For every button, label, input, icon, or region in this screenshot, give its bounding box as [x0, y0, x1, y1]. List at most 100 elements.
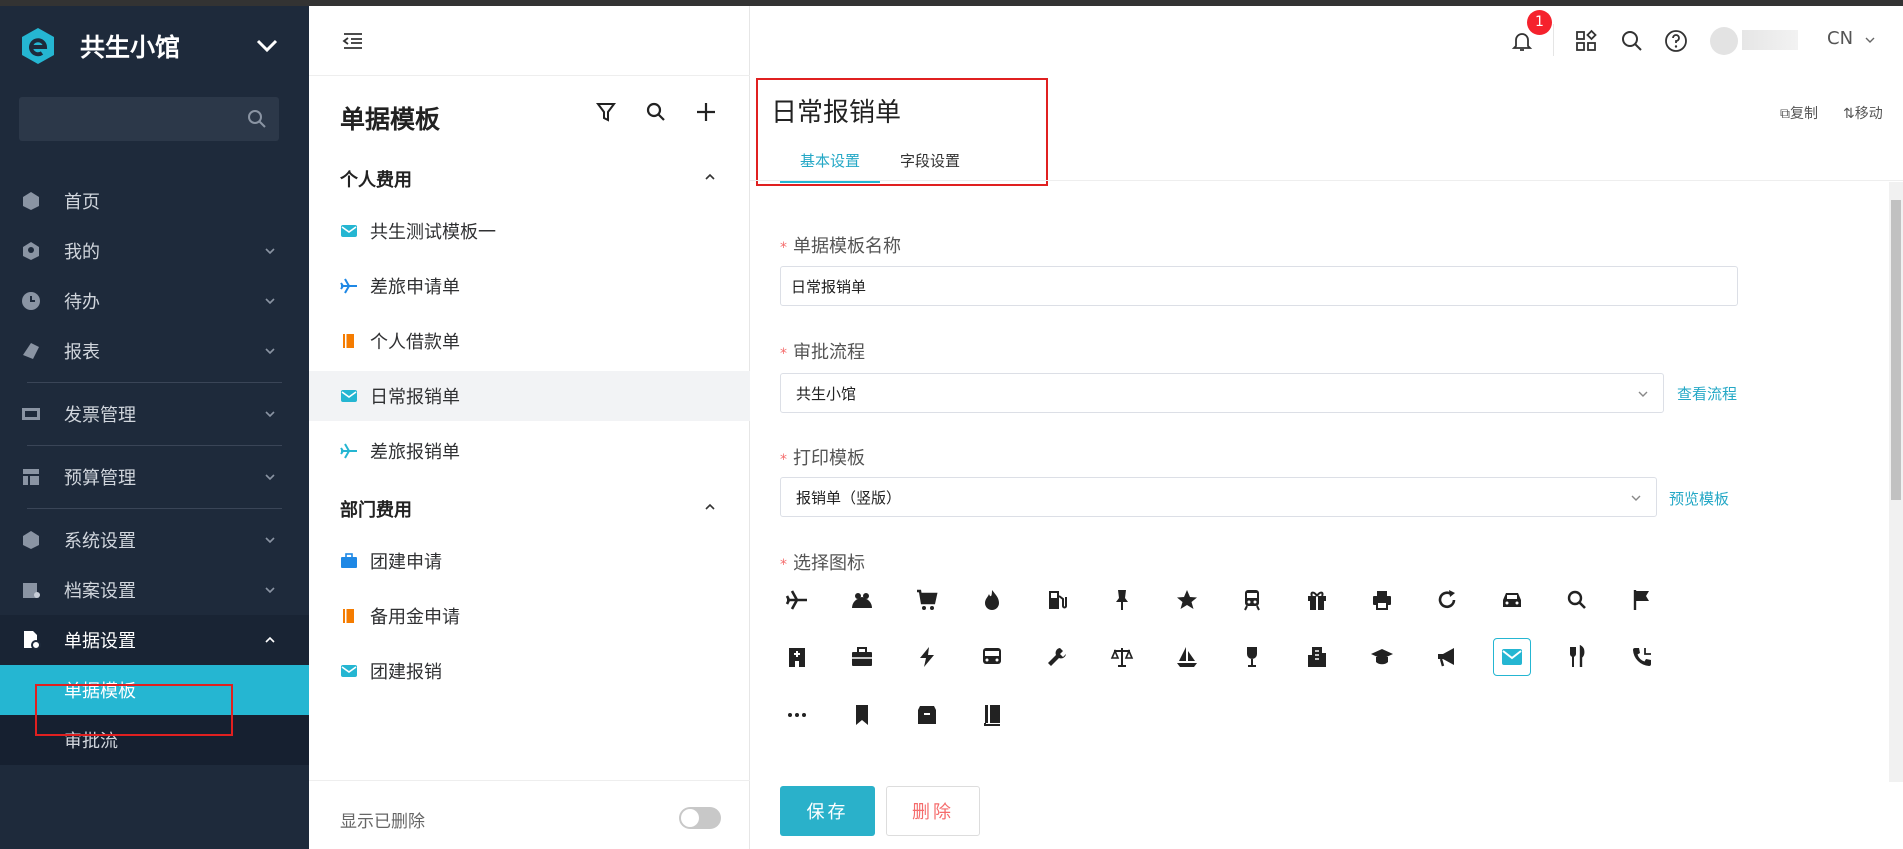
icon-option-mail-selected[interactable]: [1493, 638, 1531, 676]
icon-option-group[interactable]: [843, 581, 881, 619]
icon-option-flag[interactable]: [1623, 581, 1661, 619]
icon-option-scale[interactable]: [1103, 638, 1141, 676]
icon-option-bus[interactable]: [973, 638, 1011, 676]
sidebar-item-budget[interactable]: 预算管理: [0, 452, 309, 502]
sidebar-item-home[interactable]: 首页: [0, 176, 309, 226]
collapse-menu-icon[interactable]: [342, 30, 364, 52]
icon-option-star[interactable]: [1168, 581, 1206, 619]
sidebar-item-label: 预算管理: [64, 468, 136, 489]
icon-option-sailboat[interactable]: [1168, 638, 1206, 676]
list-item[interactable]: 差旅申请单: [309, 261, 750, 311]
icon-option-car[interactable]: [1493, 581, 1531, 619]
icon-option-book[interactable]: [973, 696, 1011, 734]
view-flow-link[interactable]: 查看流程: [1677, 383, 1737, 404]
icon-option-train[interactable]: [1233, 581, 1271, 619]
list-item[interactable]: 备用金申请: [309, 591, 750, 641]
sidebar-item-document-settings[interactable]: 单据设置: [0, 615, 309, 665]
template-name-value: 日常报销单: [791, 277, 867, 296]
avatar[interactable]: [1710, 27, 1738, 55]
sidebar-item-report[interactable]: 报表: [0, 326, 309, 376]
sidebar-item-mine[interactable]: 我的: [0, 226, 309, 276]
sidebar-search-input[interactable]: [19, 97, 279, 141]
required-mark: *: [780, 557, 787, 573]
sidebar-subitem-label: 单据模板: [64, 681, 136, 702]
tab-basic-settings[interactable]: 基本设置: [780, 142, 881, 183]
sidebar-subitem-approval-flow[interactable]: 审批流: [0, 715, 309, 765]
icon-option-printer[interactable]: [1363, 581, 1401, 619]
preview-template-link[interactable]: 预览模板: [1669, 488, 1729, 509]
print-template-select[interactable]: 报销单（竖版）: [780, 477, 1657, 517]
brand[interactable]: 共生小馆: [18, 26, 278, 66]
required-mark: *: [780, 452, 787, 468]
language-selector[interactable]: CN: [1827, 28, 1853, 49]
sidebar-divider: [27, 382, 282, 383]
icon-option-search[interactable]: [1558, 581, 1596, 619]
icon-option-megaphone[interactable]: [1428, 638, 1466, 676]
list-item-label: 共生测试模板一: [370, 222, 496, 243]
building-icon: [1308, 647, 1326, 667]
sidebar-item-todo[interactable]: 待办: [0, 276, 309, 326]
help-icon[interactable]: [1664, 29, 1688, 53]
bell-icon[interactable]: [1510, 29, 1534, 53]
icon-option-cutlery[interactable]: [1558, 638, 1596, 676]
icon-option-refresh[interactable]: [1428, 581, 1466, 619]
wrench-icon: [1048, 648, 1066, 666]
report-icon: [23, 343, 39, 359]
show-deleted-toggle[interactable]: [679, 807, 721, 829]
chevron-up-icon[interactable]: [703, 170, 717, 184]
icon-option-briefcase[interactable]: [843, 638, 881, 676]
list-item[interactable]: 个人借款单: [309, 316, 750, 366]
chevron-down-icon[interactable]: [254, 36, 280, 56]
group-icon: [852, 593, 872, 608]
list-item[interactable]: 差旅报销单: [309, 426, 750, 476]
search-icon[interactable]: [1620, 29, 1644, 53]
sidebar-subitem-document-template[interactable]: 单据模板: [0, 665, 309, 715]
icon-option-gift[interactable]: [1298, 581, 1336, 619]
tab-field-settings[interactable]: 字段设置: [880, 142, 980, 183]
sidebar-item-archive-settings[interactable]: 档案设置: [0, 565, 309, 615]
icon-option-lightning[interactable]: [908, 638, 946, 676]
icon-option-graduation[interactable]: [1363, 638, 1401, 676]
chevron-down-icon[interactable]: [1864, 34, 1876, 46]
filter-icon[interactable]: [594, 100, 618, 124]
wine-glass-icon: [1247, 647, 1257, 667]
icon-option-bookmark[interactable]: [843, 696, 881, 734]
icon-option-more[interactable]: [778, 696, 816, 734]
list-item[interactable]: 团建报销: [309, 646, 750, 696]
icon-option-plane[interactable]: [778, 581, 816, 619]
list-item[interactable]: 团建申请: [309, 536, 750, 586]
icon-option-fuel[interactable]: [1038, 581, 1076, 619]
icon-option-pin[interactable]: [1103, 581, 1141, 619]
chevron-up-icon[interactable]: [703, 500, 717, 514]
search-icon[interactable]: [644, 100, 668, 124]
list-item-label: 日常报销单: [370, 387, 460, 408]
copy-button[interactable]: ⧉复制: [1780, 103, 1818, 123]
sidebar-item-label: 首页: [64, 192, 100, 213]
mail-icon: [341, 390, 357, 402]
icon-option-hospital[interactable]: [778, 638, 816, 676]
delete-button[interactable]: 删除: [886, 786, 980, 836]
cutlery-icon: [1570, 645, 1585, 667]
icon-option-fire[interactable]: [973, 581, 1011, 619]
scrollbar-thumb[interactable]: [1891, 200, 1901, 500]
move-button[interactable]: ⇅移动: [1843, 103, 1883, 123]
approval-flow-select[interactable]: 共生小馆: [780, 373, 1664, 413]
icon-option-cart[interactable]: [908, 581, 946, 619]
user-name-blurred[interactable]: [1742, 30, 1798, 50]
icon-option-wrench[interactable]: [1038, 638, 1076, 676]
template-name-input[interactable]: 日常报销单: [780, 266, 1738, 306]
add-icon[interactable]: [694, 100, 718, 124]
chevron-down-icon: [265, 587, 275, 594]
icon-option-wine[interactable]: [1233, 638, 1271, 676]
icon-option-phone[interactable]: [1623, 638, 1661, 676]
list-item[interactable]: 共生测试模板一: [309, 206, 750, 256]
apps-icon[interactable]: [1574, 29, 1598, 53]
sidebar-item-system-settings[interactable]: 系统设置: [0, 515, 309, 565]
scrollbar[interactable]: [1889, 182, 1903, 782]
icon-option-box[interactable]: [908, 696, 946, 734]
list-item-selected[interactable]: 日常报销单: [309, 371, 750, 421]
sidebar-item-invoice[interactable]: 发票管理: [0, 389, 309, 439]
fire-icon: [985, 590, 999, 610]
icon-option-building[interactable]: [1298, 638, 1336, 676]
save-button[interactable]: 保存: [780, 786, 875, 836]
